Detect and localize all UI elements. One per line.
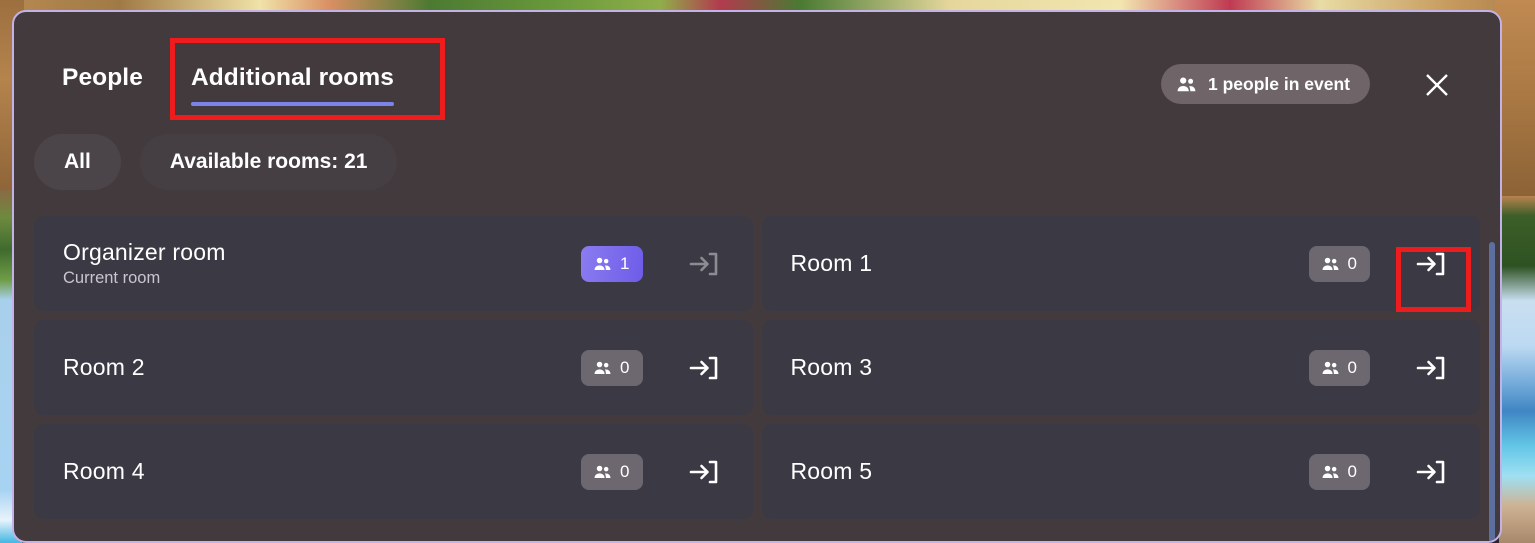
room-participant-count-badge: 0 — [581, 349, 643, 386]
rooms-scrollbar-thumb[interactable] — [1489, 242, 1495, 541]
room-title: Room 1 — [790, 250, 873, 277]
people-icon — [594, 361, 611, 375]
rooms-panel: People Additional rooms 1 people in even… — [12, 10, 1502, 543]
tab-people[interactable]: People — [62, 64, 143, 106]
filter-chip-available-rooms[interactable]: Available rooms: 21 — [139, 134, 398, 190]
room-info: Room 5 — [791, 458, 1309, 484]
room-subtitle: Current room — [63, 269, 161, 288]
room-participant-count-badge: 0 — [581, 453, 643, 490]
tab-bar: People Additional rooms — [62, 64, 395, 106]
people-icon — [1322, 257, 1339, 271]
room-title: Room 4 — [63, 458, 145, 485]
room-info: Room 3 — [791, 354, 1309, 380]
room-participant-count-badge: 0 — [1308, 453, 1370, 490]
table-row[interactable]: Room 2 0 — [34, 320, 753, 415]
room-info: Room 4 — [63, 458, 581, 484]
enter-room-icon — [1414, 455, 1448, 489]
room-participant-count: 0 — [1347, 253, 1357, 273]
people-icon — [1322, 465, 1339, 479]
panel-header: People Additional rooms 1 people in even… — [14, 12, 1500, 134]
room-title: Organizer room — [63, 238, 226, 265]
room-info: Room 1 — [791, 250, 1309, 276]
room-info: Organizer room Current room — [63, 239, 581, 288]
table-row[interactable]: Organizer room Current room 1 — [34, 216, 753, 311]
table-row[interactable]: Room 4 0 — [34, 424, 753, 519]
enter-room-button[interactable] — [677, 448, 731, 496]
tab-additional-rooms[interactable]: Additional rooms — [190, 64, 395, 106]
room-title: Room 5 — [790, 458, 873, 485]
room-filter-bar: All Available rooms: 21 — [14, 134, 1500, 190]
people-icon — [1177, 77, 1196, 92]
room-participant-count-badge: 0 — [1308, 349, 1370, 386]
table-row[interactable]: Room 5 0 — [761, 424, 1480, 519]
background-image-right-lower — [1499, 196, 1535, 543]
enter-room-button[interactable] — [1404, 240, 1458, 288]
room-participant-count: 0 — [1347, 357, 1357, 377]
people-icon — [1322, 361, 1339, 375]
room-participant-count: 0 — [620, 357, 630, 377]
people-in-event-badge[interactable]: 1 people in event — [1161, 64, 1370, 104]
enter-room-icon — [687, 351, 721, 385]
room-info: Room 2 — [63, 354, 581, 380]
enter-room-icon — [687, 455, 721, 489]
enter-room-icon — [1414, 247, 1448, 281]
table-row[interactable]: Room 3 0 — [761, 320, 1480, 415]
room-title: Room 3 — [790, 354, 873, 381]
enter-room-icon — [1414, 351, 1448, 385]
enter-room-button[interactable] — [677, 344, 731, 392]
people-in-event-label: 1 people in event — [1208, 73, 1350, 94]
rooms-scrollbar[interactable] — [1489, 242, 1495, 541]
people-icon — [594, 257, 611, 271]
room-title: Room 2 — [63, 354, 145, 381]
table-row[interactable]: Room 1 0 — [761, 216, 1480, 311]
enter-room-icon — [687, 247, 721, 281]
rooms-grid: Organizer room Current room 1 Room 1 0 R… — [14, 216, 1500, 519]
close-icon — [1422, 70, 1452, 100]
room-participant-count-badge: 1 — [581, 245, 643, 282]
room-participant-count-badge: 0 — [1308, 245, 1370, 282]
enter-room-button — [677, 240, 731, 288]
room-participant-count: 0 — [1347, 461, 1357, 481]
room-participant-count: 1 — [620, 253, 630, 273]
close-button[interactable] — [1418, 66, 1456, 104]
filter-chip-all[interactable]: All — [34, 134, 121, 190]
enter-room-button[interactable] — [1404, 344, 1458, 392]
enter-room-button[interactable] — [1404, 448, 1458, 496]
people-icon — [594, 465, 611, 479]
room-participant-count: 0 — [620, 461, 630, 481]
